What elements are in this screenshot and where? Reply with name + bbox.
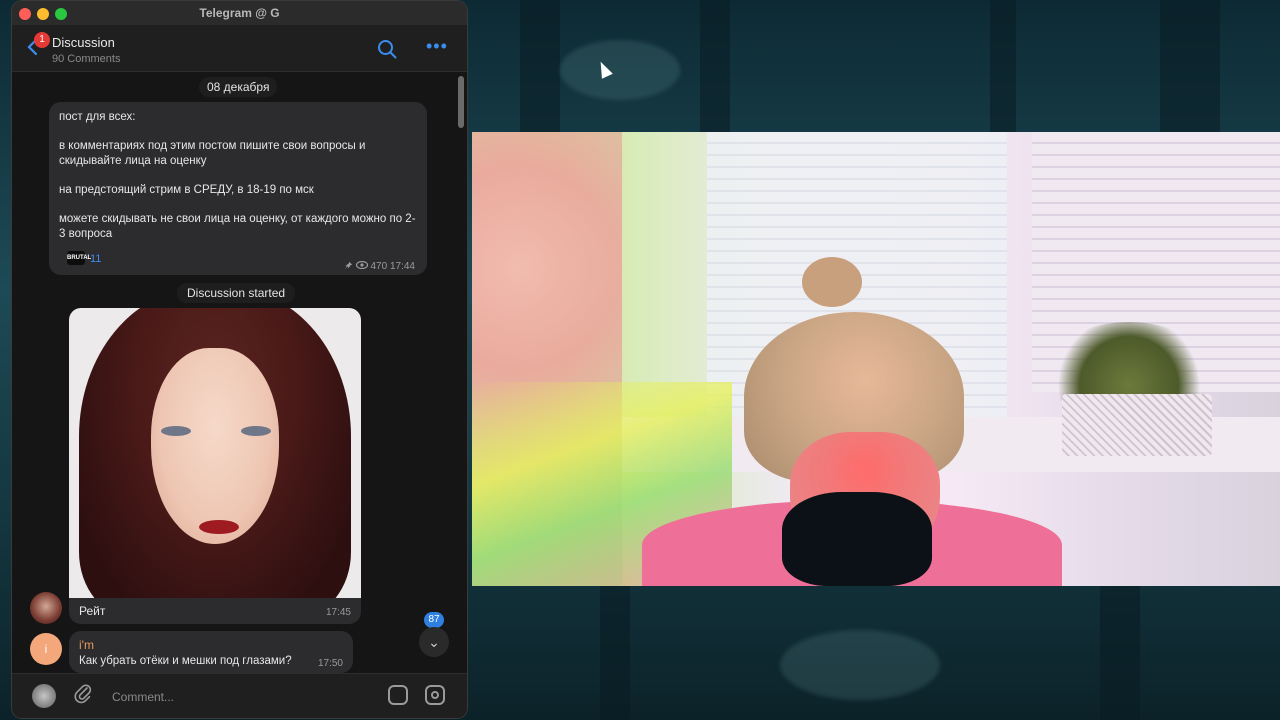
search-icon (378, 40, 397, 59)
photo-face (151, 348, 279, 544)
comment-count: 90 Comments (52, 53, 121, 65)
foliage (780, 630, 940, 700)
chevron-down-icon: ⌄ (428, 634, 440, 650)
portrait-photo[interactable] (69, 308, 361, 598)
post-paragraph: можете скидывать не свои лица на оценку,… (59, 213, 416, 240)
tree-trunk (700, 0, 730, 132)
scrollbar[interactable] (458, 76, 464, 128)
attach-button[interactable] (74, 682, 92, 710)
sender-avatar[interactable] (32, 684, 56, 708)
pin-icon (344, 261, 353, 270)
comment-message[interactable]: i'm Как убрать отёки и мешки под глазами… (69, 631, 353, 673)
post-paragraph: в комментариях под этим постом пишите св… (59, 140, 366, 167)
foliage (560, 40, 680, 100)
unread-badge: 1 (34, 32, 50, 48)
search-button[interactable] (377, 39, 397, 59)
face-mask (782, 492, 932, 586)
tree-trunk (990, 0, 1016, 132)
post-views-time: 470 17:44 (370, 261, 416, 272)
reaction-emoji[interactable]: BRUTAL (67, 251, 91, 265)
tree-trunk (1100, 586, 1140, 720)
avatar[interactable]: i (30, 633, 62, 665)
window-titlebar[interactable]: Telegram @ G (12, 1, 467, 25)
photo-eye (241, 426, 271, 436)
chat-header: 1 Discussion 90 Comments ••• (12, 25, 467, 72)
photo-caption: Рейт (79, 604, 106, 618)
sticker-icon[interactable] (388, 685, 408, 705)
photo-message[interactable]: Рейт 17:45 (69, 308, 361, 624)
message-list[interactable]: 08 декабря пост для всех: в комментариях… (12, 72, 467, 673)
message-author[interactable]: i'm (79, 638, 94, 652)
post-paragraph: пост для всех: (59, 111, 136, 123)
post-text: пост для всех: в комментариях под этим п… (59, 110, 419, 256)
comment-composer (12, 673, 467, 718)
reaction-count[interactable]: 11 (90, 252, 101, 267)
date-separator: 08 декабря (199, 77, 278, 97)
message-text: Как убрать отёки и мешки под глазами? (79, 655, 292, 667)
tree-trunk (1160, 0, 1220, 132)
unread-count-badge: 87 (424, 612, 444, 628)
scroll-down-button[interactable]: ⌄ (419, 627, 449, 657)
photo-lips (199, 520, 239, 534)
webcam-feed (472, 132, 1280, 586)
attach-icon (74, 684, 92, 704)
plant (1054, 322, 1204, 402)
avatar[interactable] (30, 592, 62, 624)
camera-icon[interactable] (425, 685, 445, 705)
eye-icon (355, 260, 368, 270)
comment-input[interactable] (110, 686, 374, 708)
chat-title: Discussion (52, 35, 115, 50)
message-time: 17:50 (317, 658, 343, 669)
window-title: Telegram @ G (199, 6, 280, 20)
photo-eye (161, 426, 191, 436)
plant-basket (1062, 394, 1212, 456)
telegram-window: Telegram @ G 1 Discussion 90 Comments ••… (12, 1, 467, 718)
tree-trunk (520, 0, 560, 132)
tree-trunk (600, 586, 630, 720)
more-icon: ••• (426, 36, 448, 56)
message-time: 17:45 (325, 607, 351, 618)
more-button[interactable]: ••• (426, 36, 448, 56)
discussion-started-label: Discussion started (177, 283, 296, 303)
channel-post[interactable]: пост для всех: в комментариях под этим п… (49, 102, 427, 275)
hair-bun (802, 257, 862, 307)
post-paragraph: на предстоящий стрим в СРЕДУ, в 18-19 по… (59, 184, 314, 196)
post-meta: 470 17:44 (344, 259, 415, 274)
